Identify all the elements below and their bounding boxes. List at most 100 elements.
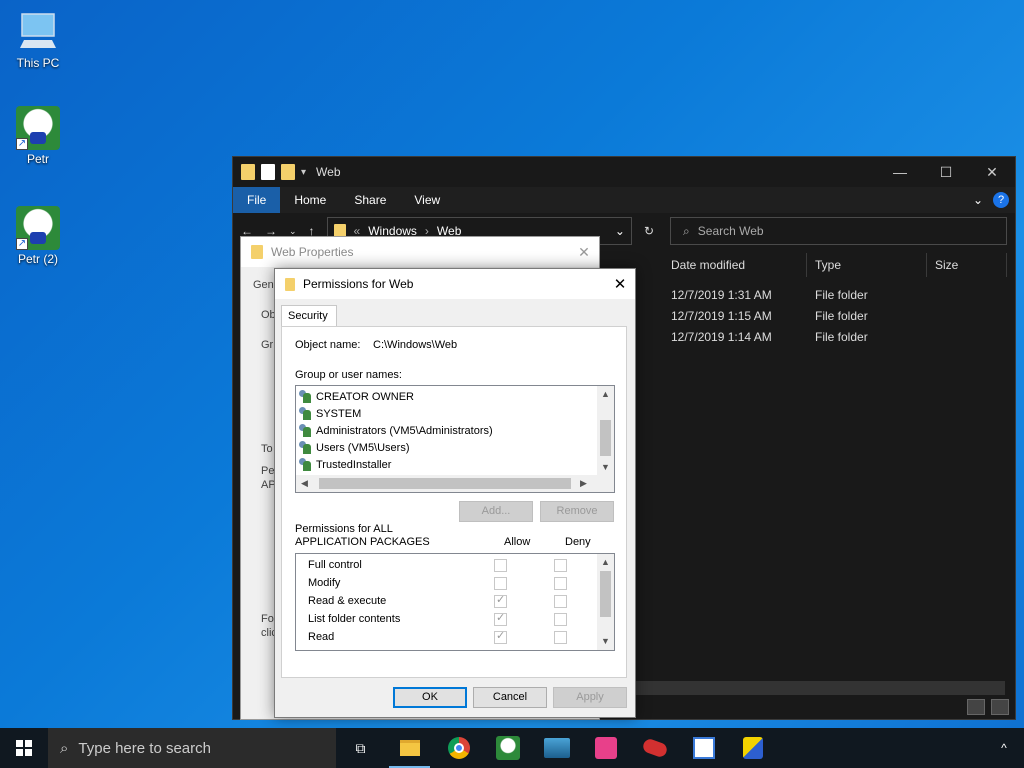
chrome-icon[interactable] (434, 728, 483, 768)
folder-icon (241, 164, 255, 180)
desktop-icon-petr-2[interactable]: ↗ Petr (2) (0, 206, 76, 266)
column-date-modified[interactable]: Date modified (663, 253, 807, 277)
allow-checkbox[interactable] (494, 576, 507, 590)
allow-checkbox[interactable] (494, 629, 507, 644)
allow-checkbox[interactable] (494, 611, 507, 626)
properties-fragment: Fo (261, 613, 274, 625)
cancel-button[interactable]: Cancel (473, 687, 547, 708)
column-size[interactable]: Size (927, 253, 1007, 277)
user-list-vertical-scrollbar[interactable]: ▲ ▼ (597, 386, 614, 476)
remove-button[interactable]: Remove (540, 501, 614, 522)
tab-view[interactable]: View (400, 187, 454, 213)
taskbar-search-box[interactable]: ⌕ Type here to search (48, 728, 336, 768)
window-title: Web (316, 165, 341, 179)
deny-checkbox[interactable] (554, 594, 567, 608)
search-placeholder: Search Web (697, 224, 764, 238)
list-item[interactable]: Administrators (VM5\Administrators) (298, 422, 493, 439)
task-view-icon[interactable]: ⧉ (336, 728, 385, 768)
user-name: Users (VM5\Users) (316, 441, 410, 454)
new-folder-quick-icon[interactable] (281, 164, 295, 180)
list-item[interactable]: TrustedInstaller (298, 456, 391, 473)
permission-row: Read (308, 628, 598, 646)
desktop-icon-label: Petr (26, 152, 49, 166)
user-list[interactable]: CREATOR OWNER SYSTEM Administrators (VM5… (295, 385, 615, 493)
deny-checkbox[interactable] (554, 576, 567, 590)
deny-checkbox[interactable] (554, 630, 567, 644)
folder-icon (251, 245, 263, 259)
permission-name: Read (308, 631, 335, 643)
red-app-icon[interactable] (630, 728, 679, 768)
tab-file[interactable]: File (233, 187, 281, 213)
close-icon[interactable]: ✕ (605, 275, 635, 293)
scroll-left-icon[interactable]: ◀ (296, 478, 313, 489)
scroll-thumb[interactable] (600, 420, 611, 456)
desktop-icon-petr[interactable]: ↗ Petr (0, 106, 76, 166)
expand-ribbon-icon[interactable]: ⌄ (973, 187, 983, 213)
permission-row: Read & execute (308, 592, 598, 610)
refresh-icon[interactable]: ↻ (644, 224, 654, 238)
permissions-list: Full control Modify Read & execute List … (295, 553, 615, 651)
close-button[interactable]: ✕ (969, 157, 1015, 187)
recent-dropdown-icon[interactable]: ⌄ (289, 226, 297, 237)
scroll-right-icon[interactable]: ▶ (575, 478, 592, 489)
list-item[interactable]: CREATOR OWNER (298, 388, 414, 405)
scroll-thumb[interactable] (600, 571, 611, 617)
minimize-button[interactable]: — (877, 157, 923, 187)
petr-app-icon[interactable] (483, 728, 532, 768)
desktop-icon-this-pc[interactable]: This PC (0, 10, 76, 70)
search-icon: ⌕ (683, 223, 690, 238)
start-button[interactable] (0, 728, 48, 768)
show-hidden-icons-chevron-icon[interactable]: ^ (984, 741, 1024, 755)
cell-date: 12/7/2019 1:15 AM (671, 309, 772, 323)
help-icon[interactable]: ? (993, 192, 1009, 208)
user-group-icon (298, 458, 312, 471)
close-icon[interactable]: ✕ (569, 244, 599, 261)
folder-icon (285, 277, 295, 291)
scroll-thumb[interactable] (319, 478, 571, 489)
search-input[interactable]: ⌕ Search Web (670, 217, 1007, 245)
table-row[interactable]: 12/7/2019 1:31 AM File folder (671, 285, 868, 306)
allow-checkbox[interactable] (494, 593, 507, 608)
column-type[interactable]: Type (807, 253, 927, 277)
clock-app-icon[interactable] (679, 728, 728, 768)
file-explorer-icon[interactable] (385, 728, 434, 768)
shortcut-arrow-icon: ↗ (16, 238, 28, 250)
explorer-title-bar: ▾ Web — ☐ ✕ (233, 157, 1015, 187)
table-row[interactable]: 12/7/2019 1:14 AM File folder (671, 327, 868, 348)
deny-checkbox[interactable] (554, 558, 567, 572)
user-name: Administrators (VM5\Administrators) (316, 424, 493, 437)
tab-share[interactable]: Share (340, 187, 400, 213)
tab-home[interactable]: Home (280, 187, 340, 213)
ok-button[interactable]: OK (393, 687, 467, 708)
permission-name: Full control (308, 559, 362, 571)
scroll-up-icon[interactable]: ▲ (597, 554, 614, 571)
add-button[interactable]: Add... (459, 501, 533, 522)
shark-app-icon[interactable] (532, 728, 581, 768)
explorer-horizontal-scrollbar[interactable] (633, 681, 1005, 695)
puzzle-app-icon[interactable] (581, 728, 630, 768)
scroll-down-icon[interactable]: ▼ (597, 633, 614, 650)
scroll-down-icon[interactable]: ▼ (597, 459, 614, 476)
list-item[interactable]: SYSTEM (298, 405, 361, 422)
user-list-horizontal-scrollbar[interactable]: ◀ ▶ (296, 475, 614, 492)
cell-type: File folder (815, 288, 868, 302)
properties-quick-icon[interactable] (261, 164, 275, 180)
maximize-button[interactable]: ☐ (923, 157, 969, 187)
permissions-for-label-line2: APPLICATION PACKAGES (295, 536, 430, 548)
details-view-icon[interactable] (967, 699, 985, 715)
tab-security[interactable]: Security (281, 305, 337, 327)
quick-access-dropdown-icon[interactable]: ▾ (301, 167, 306, 178)
deny-checkbox[interactable] (554, 612, 567, 626)
paint-app-icon[interactable] (728, 728, 777, 768)
object-name-value: C:\Windows\Web (373, 339, 458, 351)
list-item[interactable]: Users (VM5\Users) (298, 439, 410, 456)
large-icons-view-icon[interactable] (991, 699, 1009, 715)
tab-general[interactable]: Gen (253, 279, 274, 291)
apply-button[interactable]: Apply (553, 687, 627, 708)
allow-checkbox[interactable] (494, 558, 507, 572)
permissions-vertical-scrollbar[interactable]: ▲ ▼ (597, 554, 614, 650)
address-dropdown-icon[interactable]: ⌄ (615, 224, 625, 238)
table-row[interactable]: 12/7/2019 1:15 AM File folder (671, 306, 868, 327)
user-name: CREATOR OWNER (316, 390, 414, 403)
scroll-up-icon[interactable]: ▲ (597, 386, 614, 403)
